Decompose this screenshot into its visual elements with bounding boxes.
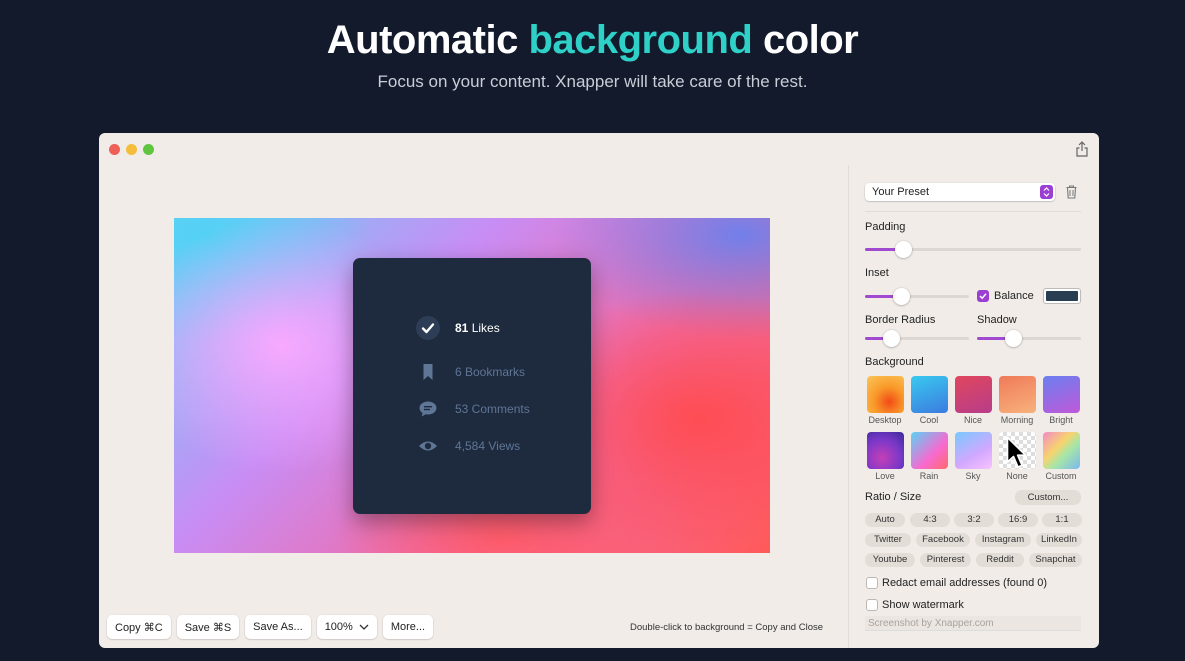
slider-knob[interactable] (1004, 330, 1022, 347)
balance-color-swatch (1046, 291, 1078, 301)
bg-desktop-label: Desktop (868, 415, 902, 425)
copy-close-hint: Double-click to background = Copy and Cl… (630, 622, 824, 633)
bg-rain-label: Rain (919, 471, 939, 481)
bg-none-label: None (1006, 471, 1028, 481)
likes-label: Likes (468, 321, 500, 335)
chevron-down-icon (359, 624, 369, 630)
slider-knob[interactable] (882, 330, 900, 347)
comments-stat: 53 Comments (415, 396, 530, 422)
trash-icon[interactable] (1065, 184, 1078, 199)
likes-stat: 81 Likes (415, 315, 500, 341)
bg-sky-label: Sky (965, 471, 981, 481)
hero-title-pre: Automatic (326, 18, 529, 62)
bg-bright-tile[interactable] (1043, 376, 1080, 413)
size-twitter-pill[interactable]: Twitter (865, 533, 911, 547)
mouse-cursor-icon (1006, 436, 1027, 468)
zoom-dropdown[interactable]: 100% (316, 615, 377, 639)
more-button[interactable]: More... (382, 615, 434, 639)
bottom-toolbar: Copy ⌘C Save ⌘S Save As... 100% More... (107, 615, 434, 639)
inset-label: Inset (865, 267, 889, 279)
likes-count: 81 (455, 321, 469, 335)
ratio-auto-pill[interactable]: Auto (865, 513, 905, 527)
check-circle-icon (415, 315, 441, 341)
size-facebook-pill[interactable]: Facebook (916, 533, 970, 547)
save-as-button[interactable]: Save As... (245, 615, 311, 639)
comments-label: 53 Comments (455, 402, 530, 416)
bg-bright-label: Bright (1049, 415, 1073, 425)
shadow-label: Shadow (977, 314, 1017, 326)
watermark-checkbox[interactable] (866, 599, 878, 611)
views-stat: 4,584 Views (415, 433, 520, 459)
balance-label: Balance (994, 290, 1034, 302)
bg-morning-label: Morning (1000, 415, 1034, 425)
preset-select[interactable]: Your Preset (865, 183, 1055, 201)
sidebar-divider (848, 165, 849, 648)
bg-cool-label: Cool (919, 415, 939, 425)
size-linkedin-pill[interactable]: LinkedIn (1036, 533, 1082, 547)
bg-custom-tile[interactable] (1043, 432, 1080, 469)
background-canvas[interactable]: 81 Likes 6 Bookmarks 53 Comments 4,584 V… (174, 218, 770, 553)
size-youtube-pill[interactable]: Youtube (865, 553, 915, 567)
slider-knob[interactable] (895, 241, 913, 258)
bg-morning-tile[interactable] (999, 376, 1036, 413)
size-pinterest-pill[interactable]: Pinterest (920, 553, 971, 567)
size-snapchat-pill[interactable]: Snapchat (1029, 553, 1082, 567)
balance-checkbox[interactable] (977, 290, 989, 302)
ratio-3-2-pill[interactable]: 3:2 (954, 513, 994, 527)
bg-nice-label: Nice (963, 415, 982, 425)
bg-desktop-tile[interactable] (867, 376, 904, 413)
redact-checkbox[interactable] (866, 577, 878, 589)
ratio-1-1-pill[interactable]: 1:1 (1042, 513, 1082, 527)
comment-icon (415, 396, 441, 422)
inset-slider[interactable] (865, 288, 969, 305)
hero-title: Automatic background color (0, 18, 1185, 63)
shadow-slider[interactable] (977, 330, 1081, 347)
border-radius-slider[interactable] (865, 330, 969, 347)
select-stepper-icon (1040, 185, 1053, 199)
copy-button[interactable]: Copy ⌘C (107, 615, 171, 639)
custom-size-button[interactable]: Custom... (1015, 490, 1081, 505)
close-window-button[interactable] (109, 144, 120, 155)
bg-custom-label: Custom (1045, 471, 1077, 481)
ratio-16-9-pill[interactable]: 16:9 (998, 513, 1038, 527)
size-instagram-pill[interactable]: Instagram (975, 533, 1031, 547)
bg-love-tile[interactable] (867, 432, 904, 469)
bg-love-label: Love (875, 471, 895, 481)
bg-rain-tile[interactable] (911, 432, 948, 469)
hero-subtitle: Focus on your content. Xnapper will take… (377, 72, 808, 91)
bg-cool-tile[interactable] (911, 376, 948, 413)
minimize-window-button[interactable] (126, 144, 137, 155)
stats-card: 81 Likes 6 Bookmarks 53 Comments 4,584 V… (353, 258, 591, 514)
bg-nice-tile[interactable] (955, 376, 992, 413)
size-reddit-pill[interactable]: Reddit (976, 553, 1024, 567)
ratio-4-3-pill[interactable]: 4:3 (910, 513, 950, 527)
app-window: 81 Likes 6 Bookmarks 53 Comments 4,584 V… (99, 133, 1099, 648)
share-icon[interactable] (1075, 141, 1089, 157)
eye-icon (415, 433, 441, 459)
checkmark-icon (979, 293, 987, 300)
sidebar-separator (865, 211, 1081, 212)
window-controls (109, 144, 154, 155)
bookmarks-stat: 6 Bookmarks (415, 359, 525, 385)
bookmarks-label: 6 Bookmarks (455, 365, 526, 379)
padding-label: Padding (865, 221, 906, 233)
watermark-input[interactable]: Screenshot by Xnapper.com (865, 616, 1081, 631)
hero-title-accent: background (528, 18, 753, 62)
ratio-size-label: Ratio / Size (865, 491, 922, 503)
bg-sky-tile[interactable] (955, 432, 992, 469)
save-button[interactable]: Save ⌘S (176, 615, 240, 639)
border-radius-label: Border Radius (865, 314, 936, 326)
slider-knob[interactable] (892, 288, 910, 305)
background-label: Background (865, 356, 924, 368)
views-label: 4,584 Views (455, 439, 521, 453)
balance-color-well[interactable] (1043, 288, 1081, 304)
zoom-value: 100% (324, 621, 353, 633)
watermark-label: Show watermark (882, 599, 964, 611)
redact-label: Redact email addresses (found 0) (882, 577, 1048, 589)
hero-title-post: color (752, 18, 859, 62)
bookmark-icon (415, 359, 441, 385)
zoom-window-button[interactable] (143, 144, 154, 155)
preset-value: Your Preset (872, 186, 930, 198)
padding-slider[interactable] (865, 241, 1081, 258)
